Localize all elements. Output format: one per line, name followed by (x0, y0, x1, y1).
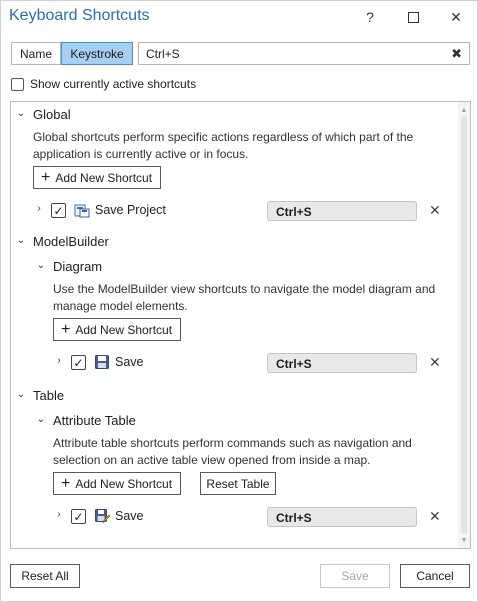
keystroke-box[interactable]: Ctrl+S (267, 201, 417, 221)
chevron-right-icon[interactable]: › (53, 355, 65, 366)
maximize-icon (407, 11, 419, 23)
search-value: Ctrl+S (146, 47, 180, 61)
active-shortcuts-option[interactable]: Show currently active shortcuts (11, 77, 196, 91)
add-new-shortcut-button-diagram[interactable]: + Add New Shortcut (53, 318, 182, 341)
add-new-shortcut-button-table[interactable]: + Add New Shortcut (53, 472, 182, 495)
delete-shortcut-icon[interactable]: ✕ (429, 508, 441, 525)
plus-icon: + (41, 168, 51, 186)
help-button[interactable]: ? (356, 5, 384, 29)
dialog-title: Keyboard Shortcuts (9, 7, 150, 24)
group-description-attribute-table: Attribute table shortcuts perform comman… (53, 436, 412, 467)
keystroke-toggle-button[interactable]: Keystroke (61, 42, 133, 65)
delete-shortcut-icon[interactable]: ✕ (429, 202, 441, 219)
chevron-down-icon[interactable]: ⌄ (15, 389, 27, 400)
chevron-down-icon[interactable]: ⌄ (35, 260, 47, 271)
add-label: Add New Shortcut (75, 476, 173, 491)
shortcuts-list: ⌄ Global Global shortcuts perform specif… (10, 101, 471, 549)
chevron-right-icon[interactable]: › (33, 203, 45, 214)
scroll-down-icon[interactable]: ▼ (458, 534, 470, 546)
command-label-save-diagram: Save (115, 355, 144, 369)
group-description-diagram: Use the ModelBuilder view shortcuts to n… (53, 282, 436, 313)
group-title-global: Global (33, 107, 71, 122)
group-title-modelbuilder: ModelBuilder (33, 234, 109, 249)
name-toggle-button[interactable]: Name (11, 42, 61, 65)
subgroup-title-attribute-table: Attribute Table (53, 413, 136, 428)
active-shortcuts-checkbox[interactable] (11, 77, 24, 91)
save-project-icon (74, 204, 90, 218)
chevron-down-icon[interactable]: ⌄ (15, 235, 27, 246)
vertical-scrollbar[interactable]: ▲ ▼ (458, 102, 470, 548)
save-icon (95, 355, 109, 369)
reset-all-button[interactable]: Reset All (10, 564, 80, 588)
command-checkbox-save-diagram[interactable]: ✓ (71, 355, 86, 370)
add-label: Add New Shortcut (75, 322, 173, 337)
keystroke-box[interactable]: Ctrl+S (267, 353, 417, 373)
scrollbar-thumb[interactable] (461, 116, 467, 534)
help-icon: ? (366, 9, 374, 25)
search-input[interactable]: Ctrl+S ✖ (138, 42, 470, 65)
plus-icon: + (61, 474, 71, 492)
group-title-table: Table (33, 388, 65, 403)
chevron-right-icon[interactable]: › (53, 509, 65, 520)
save-edits-icon (95, 509, 110, 524)
keyboard-shortcuts-dialog: Keyboard Shortcuts ? ✕ Name Keystroke Ct… (0, 0, 478, 602)
close-button[interactable]: ✕ (442, 5, 470, 29)
group-description-global: Global shortcuts perform specific action… (33, 130, 414, 161)
chevron-down-icon[interactable]: ⌄ (35, 414, 47, 425)
cancel-button[interactable]: Cancel (400, 564, 470, 588)
active-shortcuts-label: Show currently active shortcuts (30, 77, 197, 91)
add-new-shortcut-button-global[interactable]: + Add New Shortcut (33, 166, 162, 189)
clear-search-icon[interactable]: ✖ (451, 46, 462, 62)
command-checkbox-save-table[interactable]: ✓ (71, 509, 86, 524)
command-label-save-table: Save (115, 509, 144, 523)
add-label: Add New Shortcut (55, 170, 153, 185)
command-checkbox-save-project[interactable]: ✓ (51, 203, 66, 218)
delete-shortcut-icon[interactable]: ✕ (429, 354, 441, 371)
keystroke-box[interactable]: Ctrl+S (267, 507, 417, 527)
chevron-down-icon[interactable]: ⌄ (15, 108, 27, 119)
reset-table-button[interactable]: Reset Table (200, 472, 276, 495)
save-button[interactable]: Save (320, 564, 390, 588)
subgroup-title-diagram: Diagram (53, 259, 103, 274)
scroll-up-icon[interactable]: ▲ (458, 104, 470, 116)
close-icon: ✕ (450, 8, 462, 25)
maximize-button[interactable] (399, 5, 427, 29)
plus-icon: + (61, 320, 71, 338)
title-bar: Keyboard Shortcuts ? ✕ (1, 1, 477, 33)
command-label-save-project: Save Project (95, 203, 166, 217)
